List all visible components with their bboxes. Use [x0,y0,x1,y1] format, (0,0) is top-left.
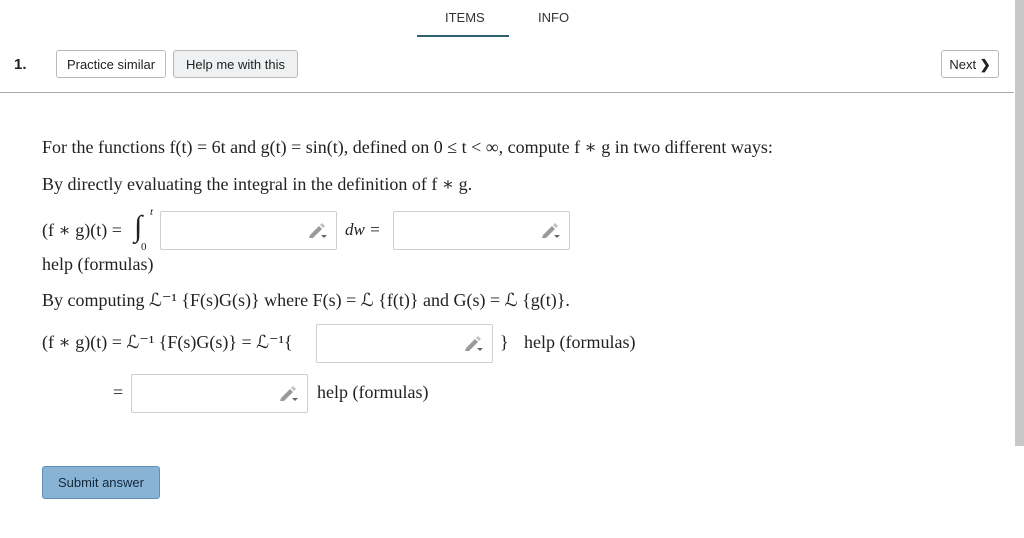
help-formulas-link-2[interactable]: help (formulas) [524,332,635,353]
divider [0,92,1014,93]
pencil-icon [280,386,298,401]
close-brace: } [500,332,509,352]
pencil-icon [465,336,483,351]
next-button[interactable]: Next ❯ [941,50,999,78]
pencil-icon [309,223,327,238]
integral-lower: 0 [141,241,147,253]
integrand-input[interactable] [160,211,337,250]
final-answer-input[interactable] [131,374,308,413]
question-number: 1. [14,56,27,73]
tab-active-indicator [417,35,509,37]
help-me-button[interactable]: Help me with this [173,50,298,78]
scrollbar[interactable] [1015,0,1024,446]
dw-label: dw = [345,220,381,239]
integral-sign: ∫ [134,210,143,243]
tab-info[interactable]: INFO [538,10,569,25]
laplace-product-input[interactable] [316,324,493,363]
integral-upper: t [150,206,154,218]
help-formulas-link-3[interactable]: help (formulas) [317,382,428,403]
practice-similar-button[interactable]: Practice similar [56,50,166,78]
pencil-icon [542,223,560,238]
submit-answer-button[interactable]: Submit answer [42,466,160,499]
tab-items[interactable]: ITEMS [445,10,485,25]
integral-result-input[interactable] [393,211,570,250]
part2-text: By computing ℒ⁻¹ {F(s)G(s)} where F(s) =… [42,290,570,310]
chevron-right-icon: ❯ [979,57,991,72]
problem-intro: For the functions f(t) = 6t and g(t) = s… [42,137,773,157]
line1-lhs: (f ∗ g)(t) = [42,220,122,240]
line2-lhs: (f ∗ g)(t) = ℒ⁻¹ {F(s)G(s)} = ℒ⁻¹{ [42,332,293,352]
help-formulas-link-1[interactable]: help (formulas) [42,254,153,275]
next-label: Next [949,57,977,72]
part1-text: By directly evaluating the integral in t… [42,174,473,194]
equals-sign: = [113,382,124,402]
